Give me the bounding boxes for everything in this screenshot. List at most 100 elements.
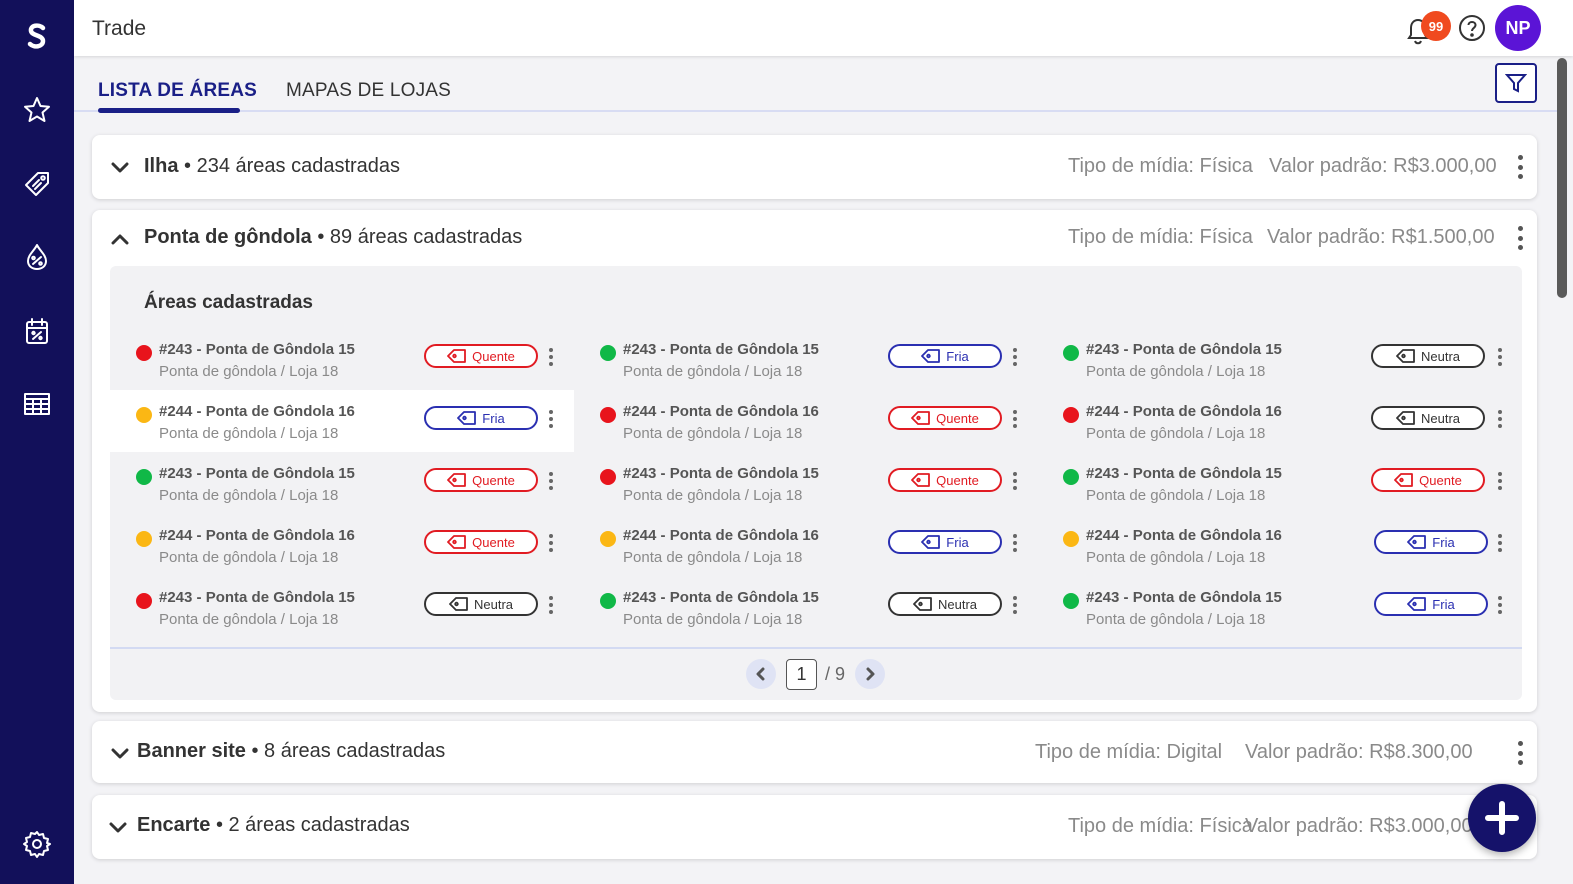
status-dot (1063, 407, 1079, 423)
tag-label: Quente (1419, 472, 1462, 488)
tag-icon (1394, 472, 1414, 488)
area-list-item[interactable]: #244 - Ponta de Gôndola 16 Ponta de gôndo… (1037, 514, 1502, 576)
status-dot (136, 469, 152, 485)
scrollbar-thumb[interactable] (1557, 58, 1567, 298)
item-more-options-icon[interactable] (1495, 532, 1505, 554)
tag-icon[interactable] (0, 157, 74, 209)
area-list-item[interactable]: #244 - Ponta de Gôndola 16 Ponta de gôndo… (110, 514, 574, 576)
tag-label: Fria (946, 534, 969, 550)
brand-logo-icon[interactable] (0, 10, 74, 62)
item-more-options-icon[interactable] (1010, 408, 1020, 430)
status-dot (600, 407, 616, 423)
tag-icon (1407, 534, 1427, 550)
areas-panel: Áreas cadastradas #243 - Ponta de Gôndol… (110, 266, 1522, 700)
item-more-options-icon[interactable] (546, 532, 556, 554)
tag-icon (447, 472, 467, 488)
area-list-item[interactable]: #243 - Ponta de Gôndola 15 Ponta de gôndo… (1037, 576, 1502, 638)
item-more-options-icon[interactable] (1495, 346, 1505, 368)
percent-drop-icon[interactable] (0, 231, 74, 283)
item-more-options-icon[interactable] (1010, 470, 1020, 492)
area-name: #243 - Ponta de Gôndola 15 (1086, 465, 1282, 482)
area-list-item[interactable]: #243 - Ponta de Gôndola 15 Ponta de gôndo… (110, 328, 574, 390)
tag-label: Neutra (1420, 348, 1461, 364)
area-list-item[interactable]: #243 - Ponta de Gôndola 15 Ponta de gôndo… (1037, 452, 1502, 514)
area-list-item[interactable]: #244 - Ponta de Gôndola 16 Ponta de gôndo… (574, 390, 1038, 452)
area-list-item[interactable]: #243 - Ponta de Gôndola 15 Ponta de gôndo… (574, 576, 1038, 638)
status-dot (600, 593, 616, 609)
tab-mapas-de-lojas[interactable]: MAPAS DE LOJAS (286, 80, 451, 102)
area-list-item[interactable]: #243 - Ponta de Gôndola 15 Ponta de gôndo… (1037, 328, 1502, 390)
area-name: #244 - Ponta de Gôndola 16 (623, 527, 819, 544)
group-title[interactable]: Encarte • 2 áreas cadastradas (137, 814, 410, 837)
area-group-ponta-de-gondola: Ponta de gôndola • 89 áreas cadastradas … (92, 210, 1537, 712)
tab-lista-de-areas[interactable]: LISTA DE ÁREAS (98, 80, 257, 102)
area-location: Ponta de gôndola / Loja 18 (623, 611, 803, 628)
area-list-item[interactable]: #243 - Ponta de Gôndola 15 Ponta de gôndo… (574, 328, 1038, 390)
temperature-tag: Quente (424, 530, 538, 554)
tag-label: Neutra (473, 596, 514, 612)
group-title[interactable]: Banner site • 8 áreas cadastradas (137, 740, 445, 763)
areas-panel-title: Áreas cadastradas (144, 292, 313, 313)
tag-label: Fria (482, 410, 505, 426)
chevron-down-icon[interactable] (108, 741, 132, 765)
item-more-options-icon[interactable] (1010, 594, 1020, 616)
area-name: #244 - Ponta de Gôndola 16 (159, 403, 355, 420)
area-list-item[interactable]: #244 - Ponta de Gôndola 16 Ponta de gôndo… (110, 390, 574, 452)
area-list-item[interactable]: #243 - Ponta de Gôndola 15 Ponta de gôndo… (110, 576, 574, 638)
more-options-icon[interactable] (1515, 739, 1525, 767)
chevron-down-icon[interactable] (106, 815, 130, 839)
pagination: 1 / 9 (746, 658, 886, 690)
item-more-options-icon[interactable] (1010, 532, 1020, 554)
area-list-item[interactable]: #244 - Ponta de Gôndola 16 Ponta de gôndo… (1037, 390, 1502, 452)
more-options-icon[interactable] (1515, 153, 1525, 181)
next-page-button[interactable] (855, 659, 886, 689)
help-icon[interactable] (1458, 14, 1486, 42)
area-location: Ponta de gôndola / Loja 18 (1086, 425, 1266, 442)
chevron-down-icon[interactable] (108, 155, 132, 179)
active-tab-indicator (98, 108, 240, 113)
add-area-button[interactable] (1468, 784, 1536, 852)
area-location: Ponta de gôndola / Loja 18 (159, 425, 339, 442)
page-input[interactable]: 1 (786, 658, 817, 690)
sidebar (0, 0, 74, 884)
item-more-options-icon[interactable] (546, 408, 556, 430)
group-title[interactable]: Ponta de gôndola • 89 áreas cadastradas (144, 226, 522, 249)
status-dot (600, 345, 616, 361)
item-more-options-icon[interactable] (546, 346, 556, 368)
item-more-options-icon[interactable] (546, 594, 556, 616)
tag-label: Quente (936, 472, 979, 488)
area-list-item[interactable]: #243 - Ponta de Gôndola 15 Ponta de gôndo… (110, 452, 574, 514)
tag-icon (911, 410, 931, 426)
item-more-options-icon[interactable] (1495, 408, 1505, 430)
status-dot (136, 593, 152, 609)
more-options-icon[interactable] (1515, 224, 1525, 252)
settings-icon[interactable] (0, 818, 74, 870)
item-more-options-icon[interactable] (1495, 594, 1505, 616)
temperature-tag: Quente (888, 406, 1002, 430)
temperature-tag: Fria (1374, 530, 1488, 554)
scrollbar[interactable] (1556, 56, 1568, 884)
area-location: Ponta de gôndola / Loja 18 (159, 487, 339, 504)
calendar-percent-icon[interactable] (0, 305, 74, 357)
area-name: #243 - Ponta de Gôndola 15 (623, 341, 819, 358)
item-more-options-icon[interactable] (546, 470, 556, 492)
star-icon[interactable] (0, 84, 74, 136)
divider (110, 647, 1522, 649)
area-list-item[interactable]: #243 - Ponta de Gôndola 15 Ponta de gôndo… (574, 452, 1038, 514)
media-type: Tipo de mídia: Física (1068, 155, 1253, 177)
area-list-item[interactable]: #244 - Ponta de Gôndola 16 Ponta de gôndo… (574, 514, 1038, 576)
item-more-options-icon[interactable] (1495, 470, 1505, 492)
notification-badge: 99 (1421, 11, 1451, 41)
filter-button[interactable] (1495, 63, 1537, 103)
media-type: Tipo de mídia: Física (1068, 226, 1253, 248)
group-title[interactable]: Ilha • 234 áreas cadastradas (144, 155, 400, 178)
table-icon[interactable] (0, 378, 74, 430)
item-more-options-icon[interactable] (1010, 346, 1020, 368)
chevron-up-icon[interactable] (108, 228, 132, 252)
area-group-banner-site: Banner site • 8 áreas cadastradas Tipo d… (92, 721, 1537, 783)
default-value: Valor padrão: R$1.500,00 (1267, 226, 1495, 248)
area-group-encarte: Encarte • 2 áreas cadastradas Tipo de mí… (92, 795, 1537, 859)
prev-page-button[interactable] (746, 659, 776, 689)
tag-label: Fria (1432, 596, 1455, 612)
avatar[interactable]: NP (1495, 5, 1541, 51)
